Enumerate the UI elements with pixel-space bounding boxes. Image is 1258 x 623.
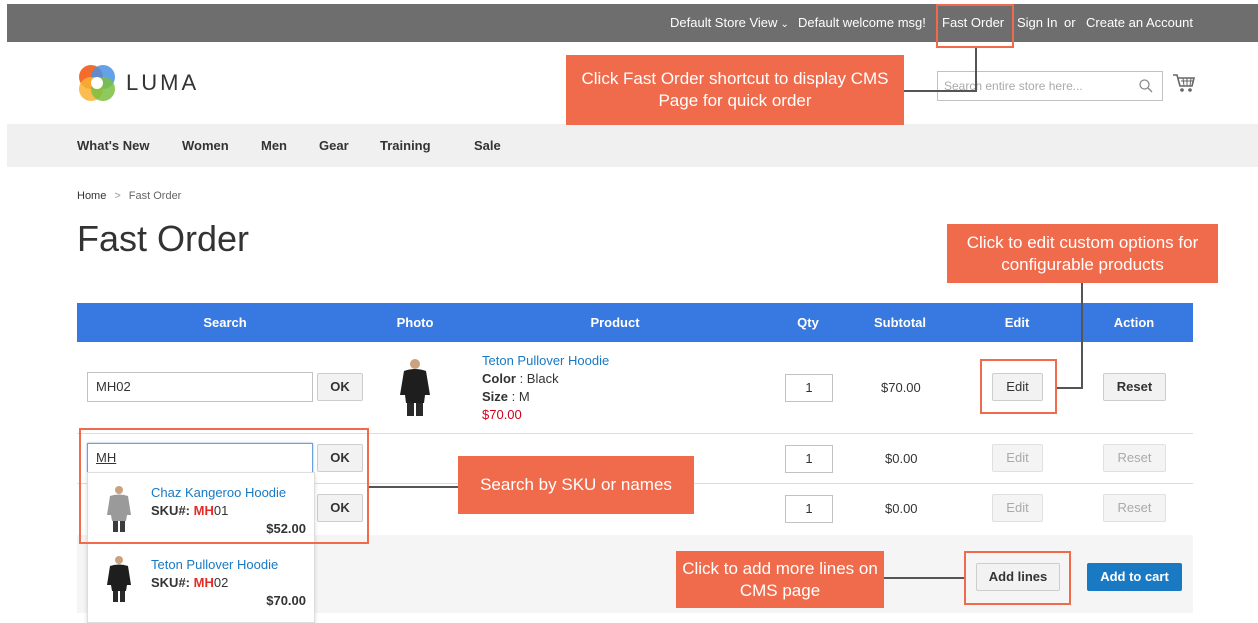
- breadcrumb-separator: >: [114, 190, 121, 202]
- connector-line: [369, 486, 459, 488]
- col-qty: Qty: [797, 315, 819, 330]
- ok-button[interactable]: OK: [317, 373, 363, 401]
- cart-icon[interactable]: [1172, 72, 1196, 94]
- product-price: $70.00: [482, 407, 522, 422]
- search-highlight: [79, 428, 369, 544]
- search-callout: Search by SKU or names: [458, 456, 694, 514]
- connector-line: [1057, 387, 1083, 389]
- breadcrumb: Home > Fast Order: [77, 190, 181, 202]
- top-bar: Default Store View ⌄ Default welcome msg!…: [7, 4, 1258, 42]
- add-lines-callout: Click to add more lines on CMS page: [676, 551, 884, 608]
- size-label: Size: [482, 389, 509, 404]
- col-subtotal: Subtotal: [874, 315, 926, 330]
- edit-button[interactable]: Edit: [992, 444, 1043, 472]
- breadcrumb-current: Fast Order: [128, 190, 182, 202]
- welcome-message: Default welcome msg!: [798, 15, 926, 30]
- connector-line: [975, 48, 977, 91]
- col-product: Product: [590, 315, 640, 330]
- qty-input[interactable]: 1: [785, 445, 833, 473]
- connector-line: [884, 577, 964, 579]
- subtotal-value: $70.00: [881, 380, 921, 395]
- edit-highlight: [980, 359, 1057, 414]
- reset-button[interactable]: Reset: [1103, 444, 1166, 472]
- col-edit: Edit: [1004, 315, 1030, 330]
- nav-item-sale[interactable]: Sale: [474, 138, 501, 153]
- product-thumbnail: [107, 556, 131, 602]
- nav-item-women[interactable]: Women: [182, 138, 229, 153]
- search-box: [937, 71, 1163, 101]
- col-photo: Photo: [396, 315, 434, 330]
- search-icon[interactable]: [1138, 78, 1154, 94]
- autocomplete-price: $70.00: [266, 593, 306, 608]
- sku-label: SKU#:: [151, 575, 194, 590]
- product-color: Color : Black: [482, 371, 559, 386]
- sku-match: MH: [193, 575, 214, 590]
- sku-search-input[interactable]: MH02: [87, 372, 313, 402]
- nav-item-men[interactable]: Men: [261, 138, 287, 153]
- luma-logo-icon[interactable]: [77, 63, 117, 103]
- autocomplete-sku: SKU#: MH02: [151, 575, 228, 590]
- create-account-link[interactable]: Create an Account: [1086, 15, 1193, 30]
- breadcrumb-home[interactable]: Home: [77, 190, 106, 202]
- logo-text: LUMA: [126, 70, 200, 95]
- store-view-switcher[interactable]: Default Store View ⌄: [670, 15, 789, 30]
- color-value: : Black: [515, 371, 559, 386]
- or-text: or: [1064, 15, 1076, 30]
- autocomplete-item[interactable]: Teton Pullover Hoodie SKU#: MH02 $70.00: [88, 549, 314, 621]
- product-size: Size : M: [482, 389, 530, 404]
- reset-button[interactable]: Reset: [1103, 373, 1166, 401]
- product-name-link[interactable]: Teton Pullover Hoodie: [482, 353, 609, 368]
- qty-input[interactable]: 1: [785, 374, 833, 402]
- col-search: Search: [203, 315, 247, 330]
- fast-order-callout: Click Fast Order shortcut to display CMS…: [566, 55, 904, 125]
- sign-in-link[interactable]: Sign In: [1017, 15, 1057, 30]
- page-title: Fast Order: [77, 218, 250, 259]
- sku-rest: 02: [213, 575, 229, 590]
- main-nav: What's New Women Men Gear Training Sale: [7, 124, 1258, 167]
- subtotal-value: $0.00: [885, 501, 918, 516]
- col-action: Action: [1113, 315, 1155, 330]
- search-input[interactable]: [944, 77, 1124, 95]
- add-lines-highlight: [964, 551, 1071, 605]
- fast-order-highlight: [936, 4, 1014, 48]
- product-photo: [400, 359, 430, 416]
- nav-item-gear[interactable]: Gear: [319, 138, 349, 153]
- subtotal-value: $0.00: [885, 451, 918, 466]
- edit-button[interactable]: Edit: [992, 494, 1043, 522]
- store-view-label: Default Store View: [670, 15, 778, 30]
- add-to-cart-button[interactable]: Add to cart: [1087, 563, 1182, 591]
- edit-callout: Click to edit custom options for configu…: [947, 224, 1218, 283]
- qty-input[interactable]: 1: [785, 495, 833, 523]
- autocomplete-product-name[interactable]: Teton Pullover Hoodie: [151, 557, 278, 572]
- table-header: Search Photo Product Qty Subtotal Edit A…: [77, 303, 1193, 342]
- nav-item-training[interactable]: Training: [380, 138, 431, 153]
- chevron-down-icon: ⌄: [780, 19, 789, 30]
- color-label: Color: [482, 371, 516, 386]
- connector-line: [903, 90, 977, 92]
- size-value: : M: [508, 389, 530, 404]
- connector-line: [1081, 283, 1083, 388]
- reset-button[interactable]: Reset: [1103, 494, 1166, 522]
- nav-item-whats-new[interactable]: What's New: [77, 138, 149, 153]
